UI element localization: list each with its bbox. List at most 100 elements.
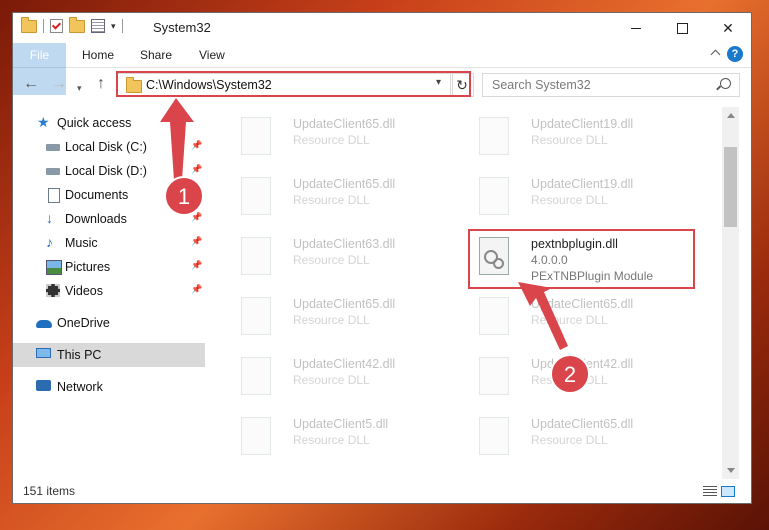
file-name: UpdateClient65.dll xyxy=(293,177,396,191)
file-name: UpdateClient65.dll xyxy=(293,297,396,311)
forward-arrow-icon[interactable]: → xyxy=(51,76,67,92)
search-input[interactable]: Search System32 xyxy=(482,73,740,97)
sidebar-item-label: This PC xyxy=(57,348,102,362)
window-title: System32 xyxy=(153,20,211,35)
sidebar-item-quick-access[interactable]: ★ Quick access xyxy=(13,111,205,135)
pin-icon: 📌 xyxy=(191,236,203,246)
sidebar-item-local-disk-d[interactable]: Local Disk (D:) 📌 xyxy=(13,159,205,183)
sidebar-item-label: Local Disk (D:) xyxy=(65,164,147,178)
tiles-view-icon[interactable] xyxy=(721,486,735,497)
file-name: UpdateClient42.dll xyxy=(293,357,396,371)
file-type: Resource DLL xyxy=(293,433,370,447)
list-item[interactable]: UpdateClient65.dll Resource DLL xyxy=(469,293,689,345)
list-item[interactable]: UpdateClient63.dll Resource DLL xyxy=(231,233,451,285)
sidebar-item-videos[interactable]: Videos 📌 xyxy=(13,279,205,303)
file-name: UpdateClient42.dll xyxy=(531,357,634,371)
downloads-icon: ↓ xyxy=(46,210,53,226)
minimize-button[interactable] xyxy=(613,13,659,43)
up-arrow-icon[interactable]: ↑ xyxy=(97,76,105,92)
recent-locations-chevron-icon[interactable]: ▾ xyxy=(77,80,82,96)
tab-view[interactable]: View xyxy=(199,43,225,67)
search-icon xyxy=(720,78,731,89)
network-icon xyxy=(36,380,51,391)
folder-icon xyxy=(21,16,37,33)
sidebar-item-label: Documents xyxy=(65,188,129,202)
star-icon: ★ xyxy=(37,114,50,130)
list-item[interactable]: UpdateClient65.dll Resource DLL xyxy=(231,173,451,225)
list-item[interactable]: UpdateClient19.dll Resource DLL xyxy=(469,113,689,165)
sidebar-item-downloads[interactable]: ↓ Downloads 📌 xyxy=(13,207,205,231)
maximize-button[interactable] xyxy=(659,13,705,43)
properties-icon[interactable] xyxy=(91,19,105,33)
tab-home[interactable]: Home xyxy=(82,43,114,67)
sidebar-item-network[interactable]: Network xyxy=(13,375,205,399)
customize-toolbar-dropdown-icon[interactable]: ▾ xyxy=(111,21,116,32)
sidebar-item-pictures[interactable]: Pictures 📌 xyxy=(13,255,205,279)
sidebar-item-label: Videos xyxy=(65,284,103,298)
dll-file-icon xyxy=(241,177,271,215)
scrollbar-thumb[interactable] xyxy=(724,147,737,227)
list-item[interactable]: UpdateClient65.dll Resource DLL xyxy=(231,293,451,345)
close-button[interactable]: ✕ xyxy=(705,13,751,43)
sidebar-item-documents[interactable]: Documents 📌 xyxy=(13,183,205,207)
file-type: Resource DLL xyxy=(531,313,608,327)
new-folder-icon[interactable] xyxy=(69,16,85,33)
help-icon[interactable]: ? xyxy=(727,46,743,62)
target-file-highlight-box xyxy=(468,229,695,289)
sidebar-item-label: Downloads xyxy=(65,212,127,226)
scroll-down-icon[interactable] xyxy=(727,468,735,473)
file-type: Resource DLL xyxy=(531,193,608,207)
file-name: UpdateClient5.dll xyxy=(293,417,389,431)
vertical-scrollbar[interactable] xyxy=(722,107,739,479)
dll-file-icon xyxy=(479,117,509,155)
item-count: 151 items xyxy=(23,484,76,498)
close-icon: ✕ xyxy=(722,19,734,36)
properties-checkmark-icon[interactable] xyxy=(50,19,63,33)
pictures-icon xyxy=(46,260,62,275)
details-view-icon[interactable] xyxy=(703,486,717,497)
address-highlight-box xyxy=(116,71,471,97)
sidebar-item-label: OneDrive xyxy=(57,316,110,330)
file-name: UpdateClient65.dll xyxy=(531,417,634,431)
window-controls: ✕ xyxy=(613,13,751,43)
list-item[interactable]: UpdateClient19.dll Resource DLL xyxy=(469,173,689,225)
status-bar: 151 items xyxy=(13,479,751,503)
list-item[interactable]: UpdateClient65.dll Resource DLL xyxy=(469,413,689,465)
sidebar-item-label: Pictures xyxy=(65,260,111,274)
explorer-window: ▾ System32 ✕ File Home Share View ? ← → … xyxy=(12,12,752,504)
file-type: Resource DLL xyxy=(293,253,370,267)
sidebar-item-music[interactable]: ♪ Music 📌 xyxy=(13,231,205,255)
navigation-pane: ★ Quick access Local Disk (C:) 📌 Local D… xyxy=(13,107,205,479)
sidebar-item-local-disk-c[interactable]: Local Disk (C:) 📌 xyxy=(13,135,205,159)
dll-file-icon xyxy=(241,117,271,155)
file-type: Resource DLL xyxy=(531,373,608,387)
quick-access-toolbar: ▾ xyxy=(21,16,123,33)
sidebar-item-onedrive[interactable]: OneDrive xyxy=(13,311,205,335)
pin-icon: 📌 xyxy=(191,260,203,270)
dll-file-icon xyxy=(479,177,509,215)
pin-icon: 📌 xyxy=(191,284,203,294)
list-item[interactable]: UpdateClient42.dll Resource DLL xyxy=(469,353,689,405)
file-type: Resource DLL xyxy=(293,313,370,327)
list-item[interactable]: UpdateClient42.dll Resource DLL xyxy=(231,353,451,405)
cloud-icon xyxy=(36,320,52,328)
list-item[interactable]: UpdateClient65.dll Resource DLL xyxy=(231,113,451,165)
dll-file-icon xyxy=(479,417,509,455)
back-arrow-icon[interactable]: ← xyxy=(23,76,39,92)
sidebar-item-label: Quick access xyxy=(57,116,132,130)
pin-icon: 📌 xyxy=(191,140,203,150)
file-type: Resource DLL xyxy=(293,373,370,387)
documents-icon xyxy=(48,188,60,203)
sidebar-item-this-pc[interactable]: This PC xyxy=(13,343,205,367)
file-name: UpdateClient65.dll xyxy=(531,297,634,311)
pin-icon: 📌 xyxy=(191,212,203,222)
videos-icon xyxy=(46,284,60,297)
collapse-ribbon-icon[interactable] xyxy=(710,49,721,60)
file-list: UpdateClient65.dll Resource DLL UpdateCl… xyxy=(217,107,715,479)
scroll-up-icon[interactable] xyxy=(727,113,735,118)
list-item[interactable]: UpdateClient5.dll Resource DLL xyxy=(231,413,451,465)
dll-file-icon xyxy=(241,357,271,395)
tab-share[interactable]: Share xyxy=(140,43,172,67)
file-name: UpdateClient65.dll xyxy=(293,117,396,131)
file-type: Resource DLL xyxy=(531,433,608,447)
